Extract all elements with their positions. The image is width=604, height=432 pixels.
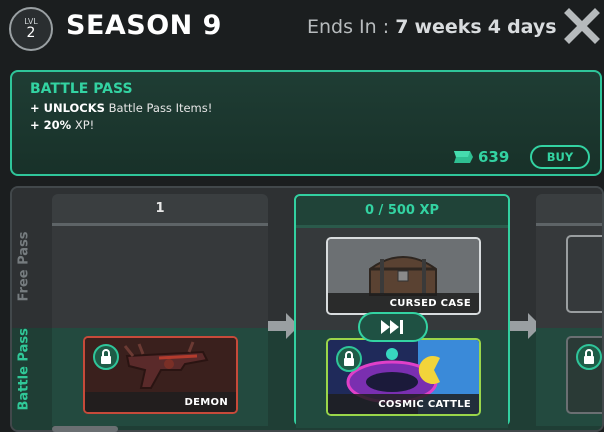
reward-card-cosmic-cattle[interactable]: COSMIC CATTLE <box>326 338 481 416</box>
free-pass-label: Free Pass <box>16 231 32 302</box>
tier-header <box>536 194 602 226</box>
skip-tier-button[interactable] <box>358 312 428 342</box>
reward-name: CURSED CASE <box>328 293 479 313</box>
header: LVL 2 SEASON 9 Ends In : 7 weeks 4 days <box>0 0 604 58</box>
skip-forward-icon <box>381 320 403 334</box>
battle-pass-title: BATTLE PASS <box>30 81 133 97</box>
tier-column-3[interactable] <box>536 194 602 426</box>
ends-in-label: Ends In : <box>307 16 390 38</box>
horizontal-scrollbar[interactable] <box>52 426 118 432</box>
tier-column-2-current[interactable]: 0 / 500 XP CURSED CASE COSMIC CATTLE <box>294 194 510 428</box>
battle-pass-perk-unlocks: + UNLOCKS Battle Pass Items! <box>30 101 212 115</box>
perk-xp-prefix: + 20% <box>30 118 72 132</box>
ends-in-days-number: 4 <box>487 16 502 38</box>
reward-card-demon[interactable]: DEMON <box>83 336 238 414</box>
level-badge: LVL 2 <box>9 7 53 51</box>
lock-icon <box>93 344 119 370</box>
perk-unlocks-text: Battle Pass Items! <box>108 101 213 115</box>
level-value: 2 <box>26 25 36 41</box>
buy-button[interactable]: BUY <box>530 145 590 169</box>
battle-pass-perk-xp: + 20% XP! <box>30 118 94 132</box>
gem-icon <box>454 151 473 163</box>
reward-card-next[interactable] <box>566 235 602 313</box>
tier-xp-progress: 0 / 500 XP <box>296 196 508 228</box>
tier-header: 1 <box>52 194 268 226</box>
close-button[interactable] <box>564 8 600 44</box>
ends-in-weeks-word: weeks <box>414 16 482 38</box>
perk-xp-text: XP! <box>74 118 95 132</box>
tier-free-slot-empty <box>52 226 268 328</box>
reward-name: COSMIC CATTLE <box>328 394 479 414</box>
lock-icon <box>336 346 362 372</box>
season-title: SEASON 9 <box>66 10 222 41</box>
season-ends-in: Ends In : 7 weeks 4 days <box>307 16 557 38</box>
tier-column-1[interactable]: 1 DEMON <box>52 194 268 426</box>
ends-in-weeks-number: 7 <box>395 16 409 38</box>
close-icon <box>564 8 600 44</box>
battle-pass-price: 639 <box>478 148 510 166</box>
lock-icon <box>576 344 602 370</box>
battle-pass-banner: BATTLE PASS + UNLOCKS Battle Pass Items!… <box>10 70 602 176</box>
reward-card-next-bp[interactable] <box>566 336 602 414</box>
reward-card-cursed-case[interactable]: CURSED CASE <box>326 237 481 315</box>
perk-unlocks-prefix: + UNLOCKS <box>30 101 105 115</box>
reward-name: DEMON <box>85 392 236 412</box>
battle-pass-track[interactable]: Free Pass Battle Pass 1 DEMON 0 / 500 XP… <box>10 186 604 432</box>
ends-in-days-word: days <box>507 16 557 38</box>
battle-pass-label: Battle Pass <box>16 328 32 411</box>
